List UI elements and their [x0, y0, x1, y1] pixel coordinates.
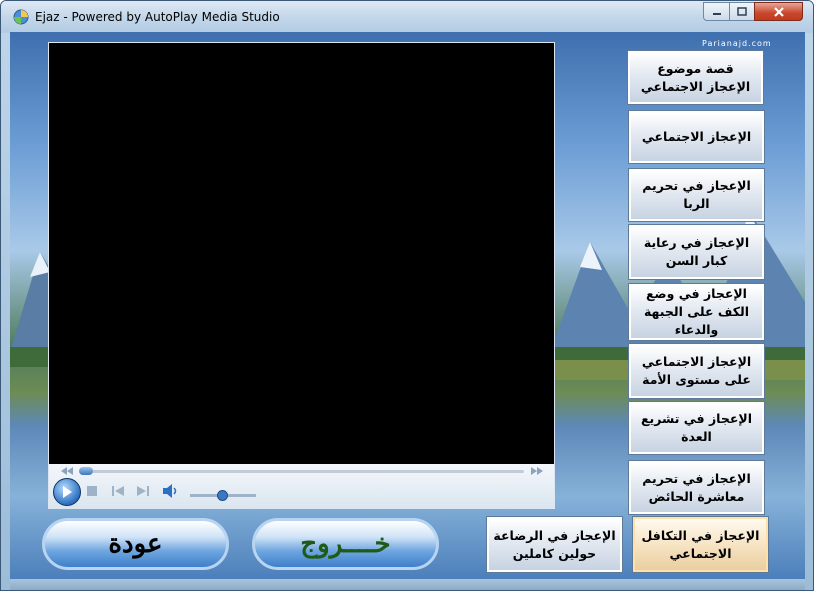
media-player: [48, 42, 555, 509]
back-button[interactable]: عودة: [42, 518, 229, 570]
watermark: Parianajd.com: [702, 39, 772, 48]
topic-button-label: الإعجاز في وضع الكف على الجبهة والدعاء: [643, 286, 750, 337]
topic-button-8[interactable]: الإعجاز في تحريم معاشرة الحائض: [628, 460, 765, 515]
topic-button-9[interactable]: الإعجاز في الرضاعة حولين كاملين: [486, 516, 623, 573]
fast-forward-icon[interactable]: [531, 467, 543, 475]
seek-thumb[interactable]: [79, 467, 93, 475]
previous-icon[interactable]: [112, 486, 124, 496]
topic-button-6[interactable]: الإعجاز الاجتماعي على مستوى الأمة: [628, 343, 765, 399]
topic-button-label: الإعجاز في تحريم الربا: [642, 178, 751, 211]
app-background: Parianajd.com قصة موضوع الإعجاز الاجتماع…: [10, 32, 805, 579]
topic-button-4[interactable]: الإعجاز في رعاية كبار السن: [628, 224, 765, 280]
minimize-button[interactable]: [703, 2, 730, 21]
maximize-icon: [737, 7, 747, 16]
app-window: Ejaz - Powered by AutoPlay Media Studio …: [0, 0, 814, 591]
topic-button-10[interactable]: الإعجاز في التكافل الاجتماعي: [632, 516, 769, 573]
minimize-icon: [712, 12, 721, 15]
player-controls: [49, 464, 554, 509]
exit-button-label: خــــروج: [300, 529, 391, 559]
maximize-button[interactable]: [729, 2, 755, 21]
window-title: Ejaz - Powered by AutoPlay Media Studio: [35, 10, 280, 24]
exit-button[interactable]: خــــروج: [252, 518, 439, 570]
window-bottom-border: [10, 579, 805, 590]
next-icon[interactable]: [137, 486, 149, 496]
rewind-icon[interactable]: [61, 467, 73, 475]
topic-button-2[interactable]: الإعجاز الاجتماعي: [628, 110, 765, 164]
topic-button-3[interactable]: الإعجاز في تحريم الربا: [628, 168, 765, 222]
topic-button-label: الإعجاز في الرضاعة حولين كاملين: [493, 527, 616, 561]
topic-button-label: قصة موضوع الإعجاز الاجتماعي: [640, 60, 751, 94]
volume-icon[interactable]: [163, 484, 179, 498]
close-icon: [773, 6, 784, 17]
topic-button-label: الإعجاز في رعاية كبار السن: [643, 235, 750, 268]
topic-button-label: الإعجاز في التكافل الاجتماعي: [641, 527, 760, 561]
topic-button-label: الإعجاز الاجتماعي على مستوى الأمة: [641, 354, 752, 387]
back-button-label: عودة: [108, 529, 163, 559]
topic-button-label: الإعجاز في تشريع العدة: [641, 411, 752, 444]
play-icon: [63, 486, 72, 498]
close-button[interactable]: [754, 2, 803, 21]
title-bar[interactable]: Ejaz - Powered by AutoPlay Media Studio: [1, 1, 813, 33]
volume-thumb[interactable]: [217, 490, 228, 501]
topic-button-5[interactable]: الإعجاز في وضع الكف على الجبهة والدعاء: [628, 283, 765, 341]
topic-button-1[interactable]: قصة موضوع الإعجاز الاجتماعي: [627, 50, 764, 105]
app-icon: [13, 9, 29, 25]
topic-button-label: الإعجاز الاجتماعي: [641, 129, 752, 144]
seek-bar[interactable]: [79, 470, 524, 473]
video-display[interactable]: [49, 43, 554, 464]
topic-button-label: الإعجاز في تحريم معاشرة الحائض: [642, 470, 751, 504]
play-button[interactable]: [53, 478, 81, 506]
stop-icon[interactable]: [87, 486, 97, 496]
topic-button-7[interactable]: الإعجاز في تشريع العدة: [628, 401, 765, 455]
